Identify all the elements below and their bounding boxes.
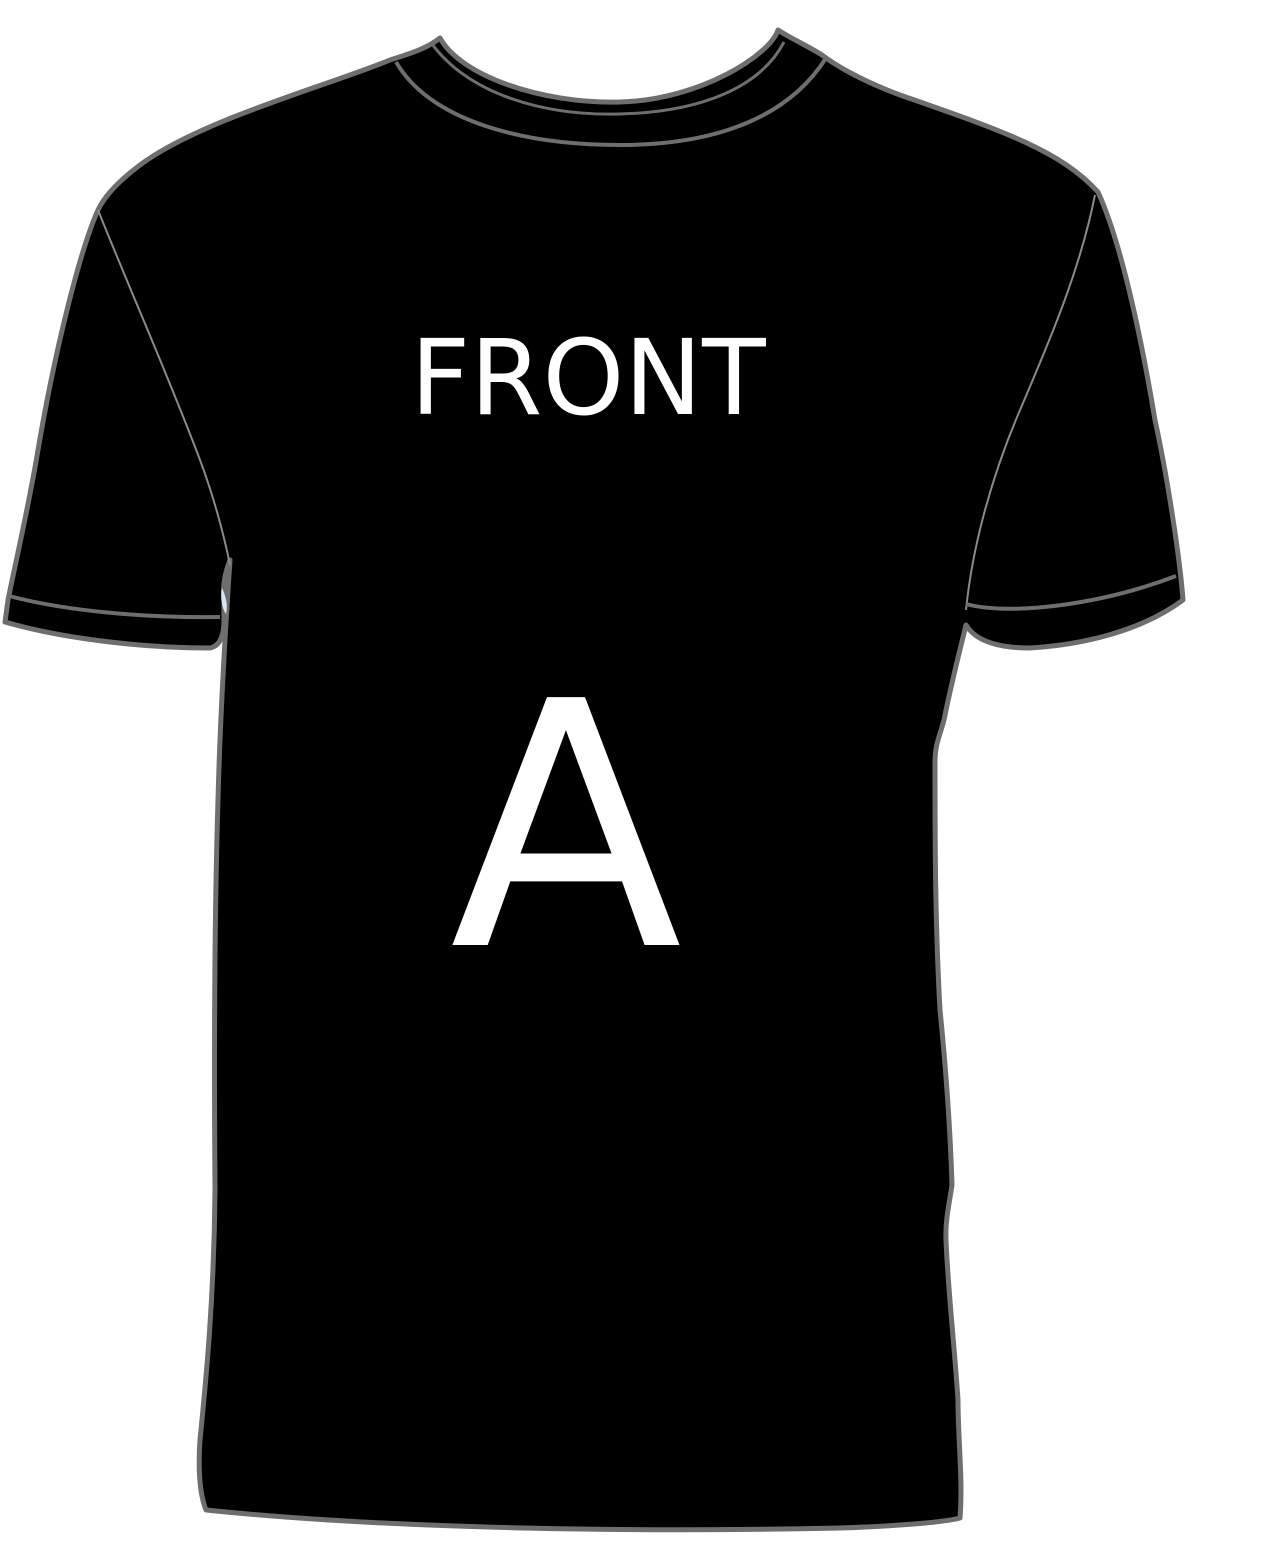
print-letter: A	[450, 630, 684, 1026]
front-label: FRONT	[410, 317, 766, 439]
tshirt-illustration: FRONT A	[2, 27, 1186, 1533]
